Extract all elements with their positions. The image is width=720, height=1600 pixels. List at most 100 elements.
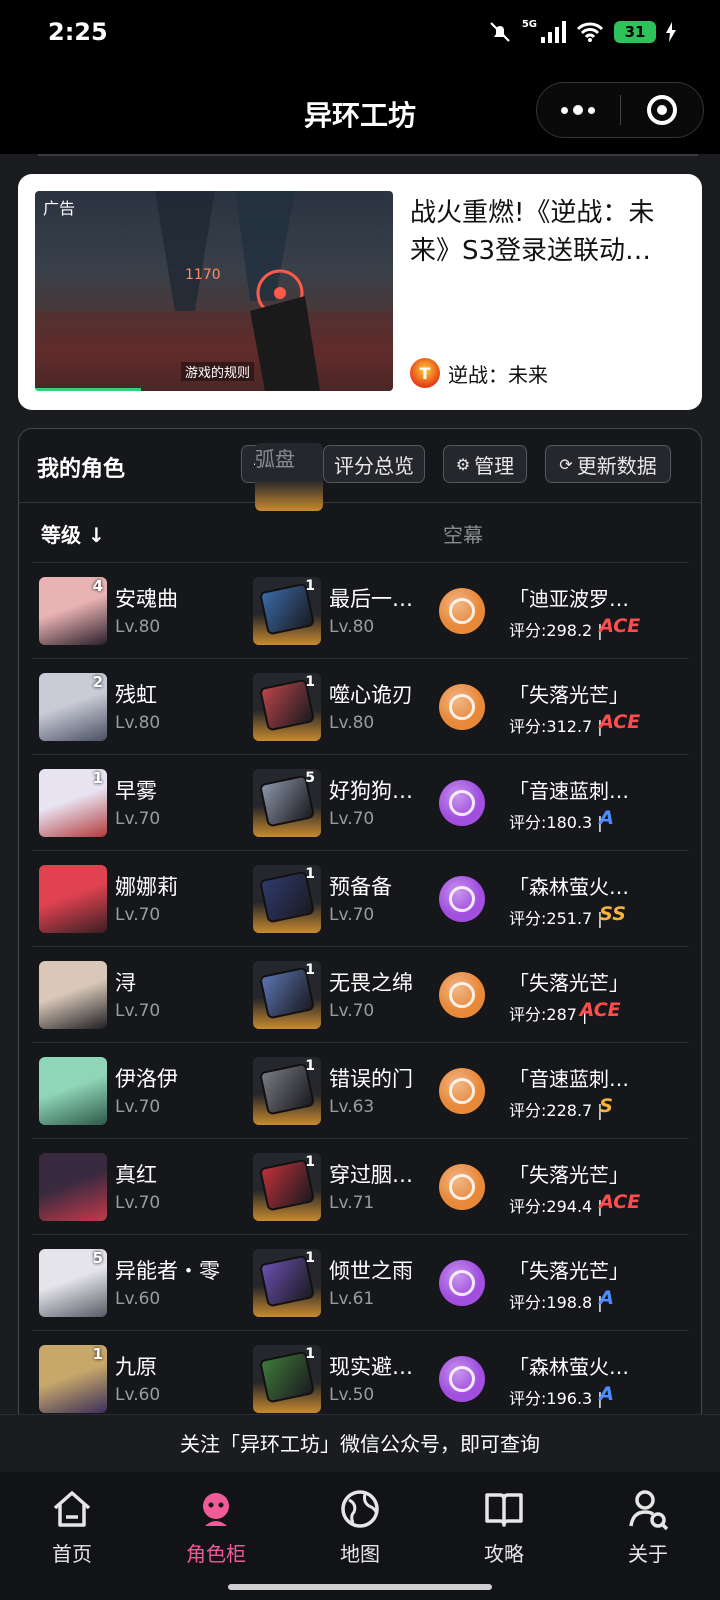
disk-thumbnail[interactable]: 1 <box>253 1345 321 1413</box>
ad-image[interactable]: 1170 广告 游戏的规则 <box>35 191 393 391</box>
disk-level: Lv.70 <box>329 809 375 829</box>
character-level: Lv.60 <box>115 1289 161 1309</box>
screen-icon <box>439 588 485 634</box>
character-avatar[interactable]: 2 <box>39 673 107 741</box>
refresh-label: 更新数据 <box>576 453 657 478</box>
constellation-badge: 1 <box>92 1345 103 1363</box>
character-row[interactable]: 伊洛伊 Lv.70 1 错误的门 Lv.63 「音速蓝刺… 评分:228.7 |… <box>33 1042 689 1138</box>
screen-icon-core <box>449 982 475 1008</box>
character-avatar[interactable] <box>39 1153 107 1221</box>
disk-thumbnail[interactable]: 1 <box>253 577 321 645</box>
character-level: Lv.80 <box>115 713 161 733</box>
tab-home-label: 首页 <box>52 1542 92 1566</box>
disk-thumbnail[interactable]: 1 <box>253 1153 321 1221</box>
disk-thumbnail[interactable]: 5 <box>253 769 321 837</box>
character-avatar[interactable]: 4 <box>39 577 107 645</box>
score-value: 228.7 <box>546 1101 593 1120</box>
screen-icon-core <box>449 1078 475 1104</box>
score-value: 251.7 <box>546 909 593 928</box>
screen-icon <box>439 684 485 730</box>
score-prefix: 评分: <box>509 1389 547 1408</box>
score-prefix: 评分: <box>509 1101 547 1120</box>
screen-icon-core <box>449 694 475 720</box>
tab-character-cabinet[interactable]: 角色柜 <box>144 1472 288 1572</box>
home-indicator <box>228 1584 492 1590</box>
character-row[interactable]: 真红 Lv.70 1 穿过胭… Lv.71 「失落光芒」 评分:294.4 | … <box>33 1138 689 1234</box>
tab-about[interactable]: 关于 <box>576 1472 720 1572</box>
screen-name: 「迪亚波罗… <box>509 587 629 611</box>
ad-card[interactable]: 1170 广告 游戏的规则 战火重燃!《逆战：未来》S3登录送联动… T 逆战：… <box>18 174 702 410</box>
disk-thumbnail[interactable]: 1 <box>253 1249 321 1317</box>
disk-badge: 1 <box>305 1058 315 1074</box>
mute-bell-icon <box>490 22 510 42</box>
character-avatar[interactable]: 1 <box>39 769 107 837</box>
character-row[interactable]: 4 安魂曲 Lv.80 1 最后一… Lv.80 「迪亚波罗… 评分:298.2… <box>33 562 689 658</box>
score-line: 评分:251.7 | <box>509 905 603 929</box>
ad-brand[interactable]: T 逆战：未来 <box>410 358 548 388</box>
brand-logo-icon: T <box>410 358 440 388</box>
battery-indicator: 31 <box>614 21 656 43</box>
follow-banner[interactable]: 关注「异环工坊」微信公众号，即可查询 <box>0 1414 720 1472</box>
character-avatar[interactable] <box>39 961 107 1029</box>
app-header: 异环工坊 <box>0 68 720 154</box>
character-avatar[interactable] <box>39 1057 107 1125</box>
score-overview-button[interactable]: 评分总览 <box>323 445 425 483</box>
character-row[interactable]: 2 残虹 Lv.80 1 噬心诡刃 Lv.80 「失落光芒」 评分:312.7 … <box>33 658 689 754</box>
close-miniprogram-button[interactable] <box>621 82 704 138</box>
screen-icon-core <box>449 1366 475 1392</box>
character-level: Lv.70 <box>115 1097 161 1117</box>
column-level-sort[interactable]: 等级 ↓ <box>41 519 105 548</box>
disk-thumbnail[interactable]: 1 <box>253 865 321 933</box>
character-name: 伊洛伊 <box>115 1067 178 1091</box>
column-screen: 空幕 <box>443 523 483 547</box>
refresh-data-button[interactable]: ⟳ 更新数据 <box>545 445 671 483</box>
network-type: 5G <box>521 18 537 30</box>
disk-badge: 1 <box>305 1154 315 1170</box>
screen-name: 「失落光芒」 <box>509 971 629 995</box>
screen-icon <box>439 972 485 1018</box>
disk-level: Lv.71 <box>329 1193 375 1213</box>
character-row[interactable]: 1 早雾 Lv.70 5 好狗狗… Lv.70 「音速蓝刺… 评分:180.3 … <box>33 754 689 850</box>
score-line: 评分:198.8 | <box>509 1289 603 1313</box>
character-avatar[interactable]: 1 <box>39 1345 107 1413</box>
disk-thumbnail[interactable]: 1 <box>253 1057 321 1125</box>
score-overview-label: 评分总览 <box>334 453 414 478</box>
character-row[interactable]: 娜娜莉 Lv.70 1 预备备 Lv.70 「森林萤火… 评分:251.7 | … <box>33 850 689 946</box>
screen-icon <box>439 1356 485 1402</box>
disk-thumbnail[interactable]: 1 <box>253 961 321 1029</box>
score-prefix: 评分: <box>509 1293 547 1312</box>
disk-badge: 1 <box>305 1346 315 1362</box>
status-time: 2:25 <box>48 18 108 46</box>
ad-scene: 1170 <box>35 191 393 391</box>
score-prefix: 评分: <box>509 813 547 832</box>
target-icon <box>646 95 677 125</box>
character-name: 安魂曲 <box>115 587 178 611</box>
tab-guide-label: 攻略 <box>484 1542 524 1566</box>
grade-badge: A <box>599 1383 614 1405</box>
character-row[interactable]: 1 九原 Lv.60 1 现实避… Lv.50 「森林萤火… 评分:196.3 … <box>33 1330 689 1414</box>
character-avatar[interactable]: 5 <box>39 1249 107 1317</box>
more-button[interactable] <box>537 82 620 138</box>
character-level: Lv.60 <box>115 1385 161 1405</box>
screen-name: 「失落光芒」 <box>509 683 629 707</box>
manage-button[interactable]: ⚙ 管理 <box>443 445 527 483</box>
ad-caption: 游戏的规则 <box>181 362 255 381</box>
tab-map[interactable]: 地图 <box>288 1472 432 1572</box>
miniprogram-capsule <box>536 82 704 138</box>
ad-title[interactable]: 战火重燃!《逆战：未来》S3登录送联动… <box>410 194 690 270</box>
grade-badge: S <box>599 1095 613 1117</box>
tab-home[interactable]: 首页 <box>0 1472 144 1572</box>
tab-guide[interactable]: 攻略 <box>432 1472 576 1572</box>
score-prefix: 评分: <box>509 717 547 736</box>
grade-badge: ACE <box>599 615 641 637</box>
refresh-icon: ⟳ <box>559 454 573 474</box>
character-row[interactable]: 5 异能者・零 Lv.60 1 倾世之雨 Lv.61 「失落光芒」 评分:198… <box>33 1234 689 1330</box>
character-row[interactable]: 浔 Lv.70 1 无畏之绵 Lv.70 「失落光芒」 评分:287 | ACE <box>33 946 689 1042</box>
character-name: 浔 <box>115 971 136 995</box>
character-avatar[interactable] <box>39 865 107 933</box>
globe-icon <box>341 1490 379 1528</box>
gear-icon: ⚙ <box>455 454 471 474</box>
score-value: 196.3 <box>546 1389 593 1408</box>
user-search-icon <box>629 1490 669 1531</box>
disk-thumbnail[interactable]: 1 <box>253 673 321 741</box>
